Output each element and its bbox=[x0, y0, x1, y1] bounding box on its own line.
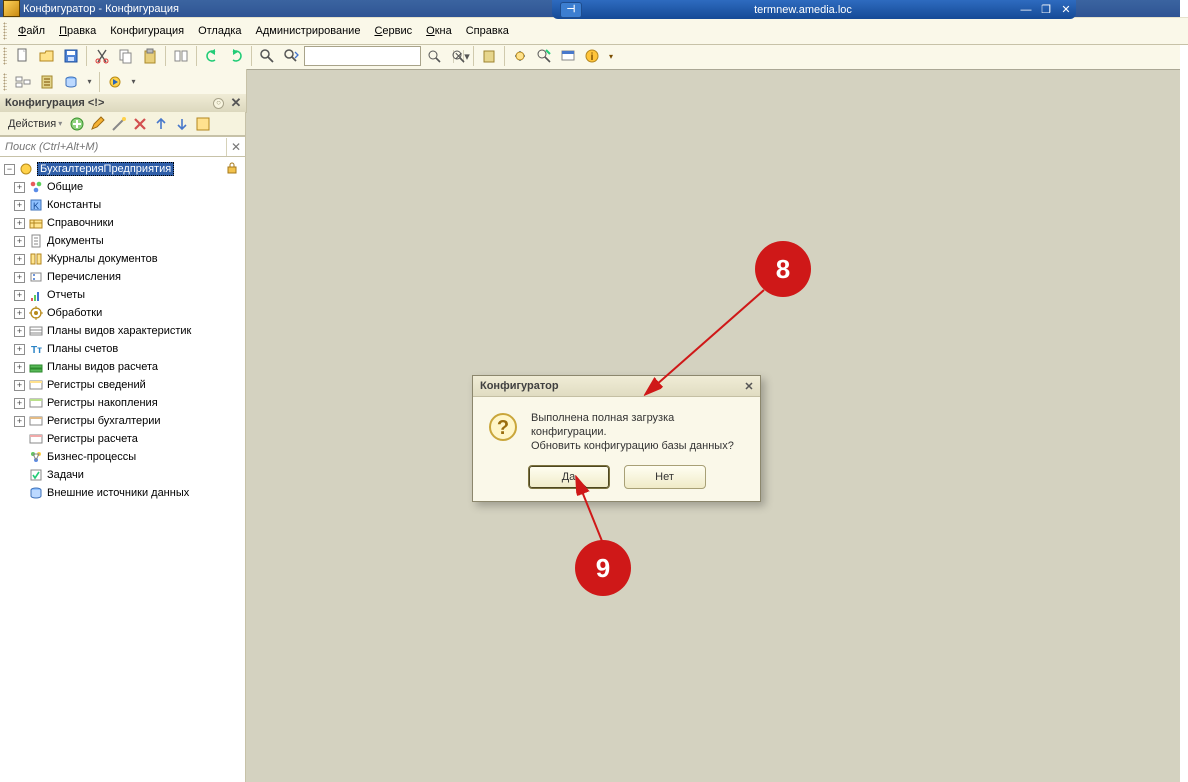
callout-8: 8 bbox=[755, 241, 811, 297]
callout-8-label: 8 bbox=[776, 254, 790, 285]
callout-9: 9 bbox=[575, 540, 631, 596]
callout-9-label: 9 bbox=[596, 553, 610, 584]
